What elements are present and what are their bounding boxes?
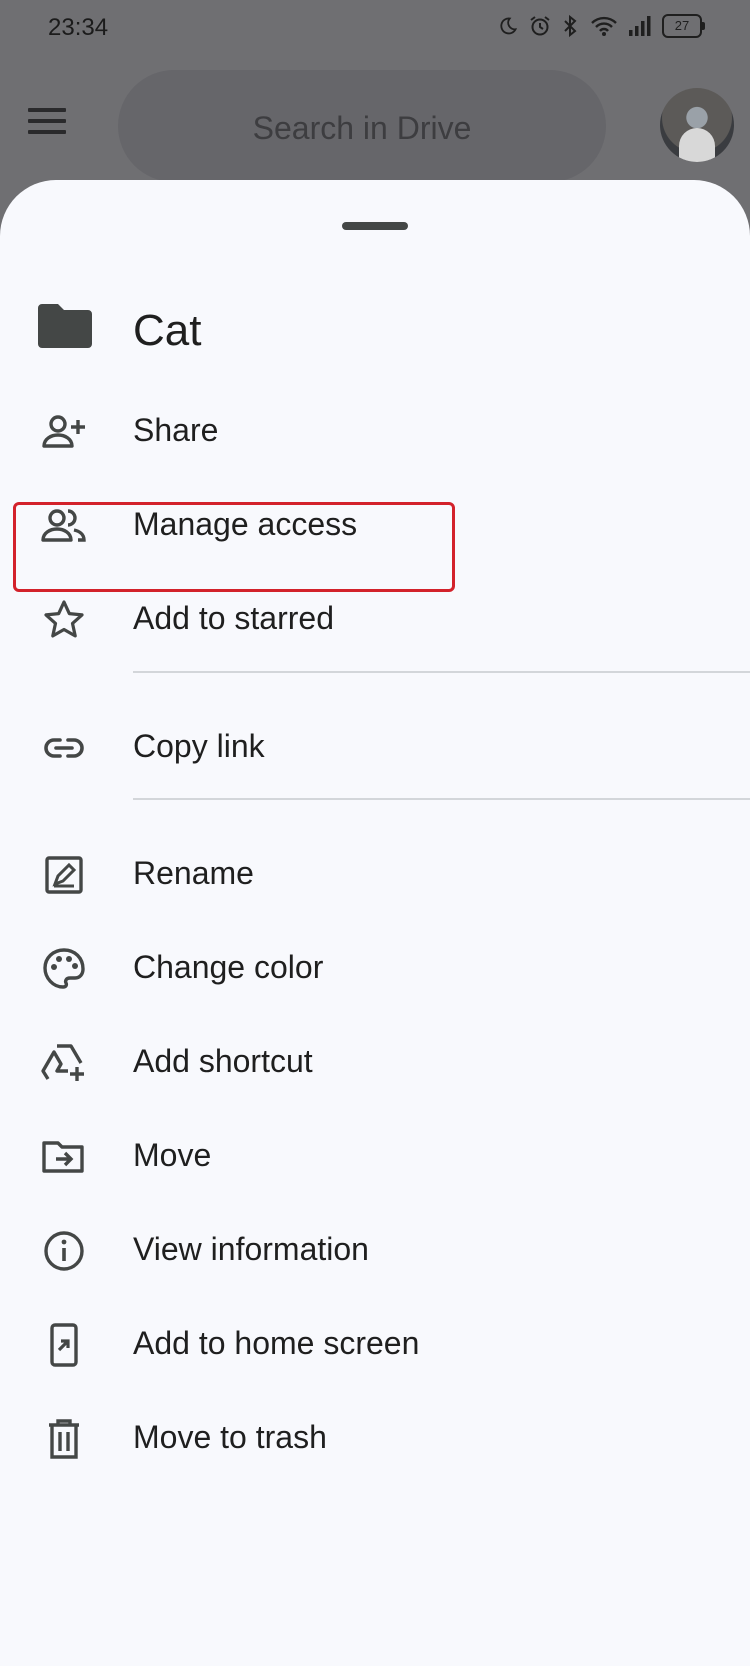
menu-item-label: Share	[133, 412, 219, 448]
menu-item-add-shortcut[interactable]: Add shortcut	[0, 1013, 750, 1109]
palette-icon	[43, 948, 85, 989]
divider	[133, 798, 750, 800]
battery-level: 27	[674, 18, 690, 33]
alarm-icon	[530, 16, 550, 36]
person-add-icon	[42, 415, 85, 448]
menu-item-move-to-trash[interactable]: Move to trash	[0, 1389, 750, 1485]
sheet-title: Cat	[133, 306, 202, 355]
move-folder-icon	[42, 1141, 84, 1173]
star-icon	[44, 600, 84, 638]
menu-item-view-information[interactable]: View information	[0, 1201, 750, 1297]
menu-item-share[interactable]: Share	[0, 382, 750, 478]
trash-icon	[49, 1419, 79, 1459]
search-bar[interactable]: Search in Drive	[118, 70, 606, 182]
info-icon	[44, 1231, 84, 1271]
edit-icon	[45, 856, 83, 894]
menu-item-label: Copy link	[133, 728, 265, 764]
battery-icon: 27	[662, 14, 705, 38]
folder-icon	[38, 304, 92, 348]
menu-item-add-to-home-screen[interactable]: Add to home screen	[0, 1295, 750, 1391]
menu-item-label: Add to starred	[133, 600, 334, 636]
divider	[133, 671, 750, 673]
hamburger-menu-icon[interactable]	[28, 108, 66, 134]
link-icon	[44, 738, 84, 758]
account-avatar[interactable]	[660, 88, 734, 162]
menu-item-label: Move to trash	[133, 1419, 327, 1455]
status-time: 23:34	[48, 14, 109, 41]
menu-item-move[interactable]: Move	[0, 1107, 750, 1203]
bottom-sheet: Cat Share Manage access Add to starred C…	[0, 180, 750, 1666]
menu-item-label: Rename	[133, 855, 254, 891]
moon-icon	[500, 17, 518, 35]
highlight-annotation	[13, 502, 455, 592]
wifi-icon	[591, 16, 617, 36]
menu-item-label: View information	[133, 1231, 369, 1267]
menu-item-label: Change color	[133, 949, 324, 985]
add-to-home-icon	[50, 1323, 78, 1367]
search-placeholder: Search in Drive	[252, 110, 472, 146]
menu-item-label: Add shortcut	[133, 1043, 313, 1079]
menu-item-rename[interactable]: Rename	[0, 825, 750, 921]
menu-item-label: Move	[133, 1137, 212, 1173]
bluetooth-icon	[564, 14, 577, 38]
status-bar: 23:34 27	[0, 0, 750, 56]
menu-item-copy-link[interactable]: Copy link	[0, 698, 750, 794]
sheet-header: Cat	[0, 290, 750, 370]
status-icons: 27	[498, 14, 705, 38]
drag-handle[interactable]	[342, 222, 408, 230]
menu-item-label: Add to home screen	[133, 1325, 420, 1361]
signal-icon	[629, 16, 651, 36]
menu-item-change-color[interactable]: Change color	[0, 919, 750, 1015]
add-shortcut-icon	[41, 1044, 84, 1081]
